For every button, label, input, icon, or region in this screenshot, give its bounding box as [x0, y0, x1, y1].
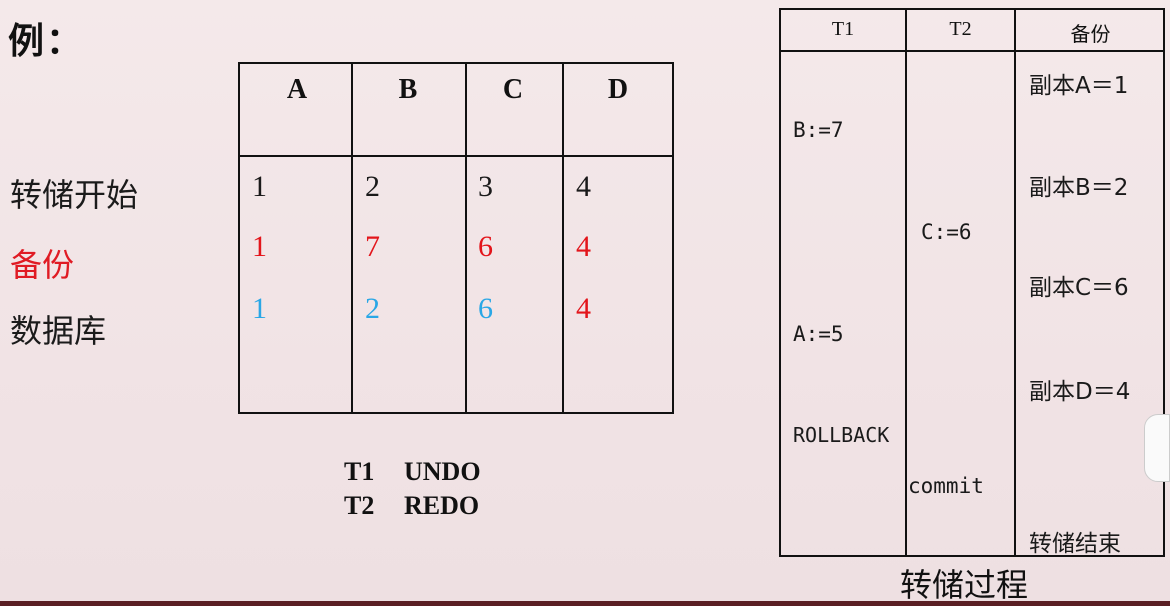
label-backup: 备份	[10, 246, 75, 284]
process-caption: 转储过程	[900, 566, 1029, 604]
process-divider	[905, 10, 907, 555]
process-header-t2: T2	[949, 18, 972, 40]
grid-cell: 2	[365, 170, 380, 203]
label-database: 数据库	[10, 312, 107, 350]
t1-op: B:=7	[793, 118, 844, 142]
example-heading: 例：	[8, 21, 85, 62]
backup-entry: 副本A＝1	[1029, 73, 1129, 99]
t1-op: ROLLBACK	[793, 423, 890, 447]
dump-process-table: T1 T2 备份 B:=7 A:=5 ROLLBACK C:=6 commit …	[779, 8, 1165, 557]
backup-entry: 副本B＝2	[1029, 175, 1129, 201]
grid-cell: 7	[365, 230, 380, 263]
process-header-divider	[781, 50, 1163, 52]
legend-txn: T2	[344, 491, 375, 520]
grid-cell: 1	[252, 230, 267, 263]
recovery-legend: T1 UNDO T2 REDO	[344, 455, 481, 523]
legend-txn: T1	[344, 457, 375, 486]
grid-header-c: C	[502, 74, 524, 105]
grid-header-d: D	[607, 74, 629, 105]
process-header-t1: T1	[831, 18, 855, 40]
grid-cell: 4	[576, 230, 591, 263]
bottom-bar	[0, 601, 1170, 606]
process-divider	[1014, 10, 1016, 555]
backup-entry: 转储结束	[1029, 531, 1121, 557]
grid-header-a: A	[286, 74, 308, 105]
t2-op: C:=6	[921, 220, 972, 244]
grid-cell: 4	[576, 292, 591, 325]
grid-header-b: B	[398, 74, 418, 105]
grid-divider	[562, 64, 564, 412]
t1-op: A:=5	[793, 322, 844, 346]
grid-cell: 6	[478, 230, 493, 263]
grid-divider	[465, 64, 467, 412]
legend-row: T2 REDO	[344, 489, 481, 523]
label-dump-start: 转储开始	[10, 176, 139, 214]
grid-cell: 1	[252, 292, 267, 325]
process-header-backup: 备份	[1070, 22, 1111, 46]
grid-cell: 2	[365, 292, 380, 325]
legend-row: T1 UNDO	[344, 455, 481, 489]
grid-header-divider	[240, 155, 672, 157]
value-grid: A B C D 1 2 3 4 1 7 6 4 1 2 6 4	[238, 62, 674, 414]
t2-op: commit	[908, 474, 984, 498]
backup-entry: 副本D＝4	[1029, 379, 1131, 405]
grid-cell: 1	[252, 170, 267, 203]
legend-action: REDO	[404, 491, 480, 520]
grid-cell: 4	[576, 170, 591, 203]
legend-action: UNDO	[404, 457, 481, 486]
side-panel-handle[interactable]	[1144, 414, 1170, 482]
grid-cell: 3	[478, 170, 493, 203]
grid-divider	[351, 64, 353, 412]
backup-entry: 副本C＝6	[1029, 275, 1129, 301]
grid-cell: 6	[478, 292, 493, 325]
